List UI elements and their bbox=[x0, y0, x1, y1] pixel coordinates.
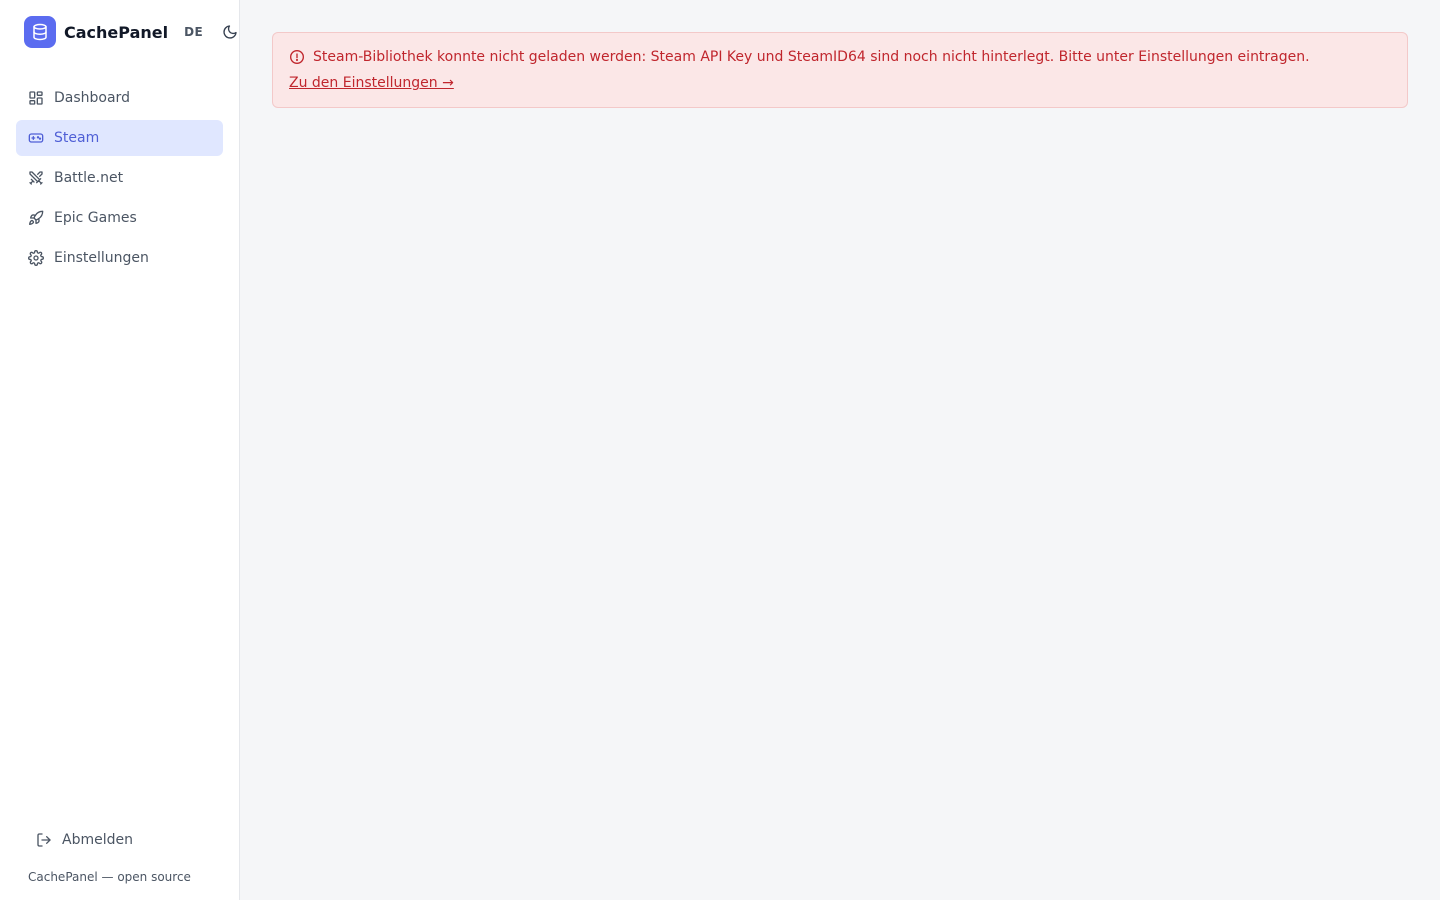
app-name: CachePanel bbox=[64, 22, 169, 42]
gear-icon bbox=[28, 250, 44, 266]
sidebar-item-label: Steam bbox=[54, 130, 100, 146]
gamepad-icon bbox=[28, 130, 44, 146]
sidebar-item-settings[interactable]: Einstellungen bbox=[16, 240, 223, 276]
sidebar-item-epic-games[interactable]: Epic Games bbox=[16, 200, 223, 236]
sidebar-item-label: Einstellungen bbox=[54, 250, 149, 266]
rocket-icon bbox=[28, 210, 44, 226]
alert-row: Steam-Bibliothek konnte nicht geladen we… bbox=[289, 49, 1391, 65]
sidebar-item-label: Epic Games bbox=[54, 210, 137, 226]
sidebar-item-battlenet[interactable]: Battle.net bbox=[16, 160, 223, 196]
crossed-swords-icon bbox=[28, 170, 44, 186]
sidebar-item-dashboard[interactable]: Dashboard bbox=[16, 80, 223, 116]
sidebar-nav: Dashboard Steam Battle.net Epic Games Ei… bbox=[0, 64, 239, 276]
alert-message: Steam-Bibliothek konnte nicht geladen we… bbox=[313, 49, 1310, 65]
database-icon bbox=[24, 16, 56, 48]
logout-button[interactable]: Abmelden bbox=[24, 822, 223, 858]
sidebar: CachePanel DE Dashboard Steam Battle.net… bbox=[0, 0, 240, 900]
logout-icon bbox=[36, 832, 52, 848]
sidebar-item-steam[interactable]: Steam bbox=[16, 120, 223, 156]
logout-label: Abmelden bbox=[62, 832, 133, 848]
alert-circle-icon bbox=[289, 49, 305, 65]
brand-header: CachePanel DE bbox=[0, 0, 239, 64]
sidebar-footer: Abmelden CachePanel — open source bbox=[0, 822, 239, 900]
language-toggle[interactable]: DE bbox=[184, 25, 203, 39]
sidebar-item-label: Battle.net bbox=[54, 170, 124, 186]
app-shell: CachePanel DE Dashboard Steam Battle.net… bbox=[0, 0, 1440, 900]
main-content: Steam-Bibliothek konnte nicht geladen we… bbox=[240, 0, 1440, 900]
dashboard-grid-icon bbox=[28, 90, 44, 106]
footer-note: CachePanel — open source bbox=[28, 870, 191, 884]
moon-icon[interactable] bbox=[221, 23, 239, 41]
error-alert: Steam-Bibliothek konnte nicht geladen we… bbox=[272, 32, 1408, 108]
settings-link[interactable]: Zu den Einstellungen → bbox=[289, 75, 454, 91]
sidebar-item-label: Dashboard bbox=[54, 90, 130, 106]
